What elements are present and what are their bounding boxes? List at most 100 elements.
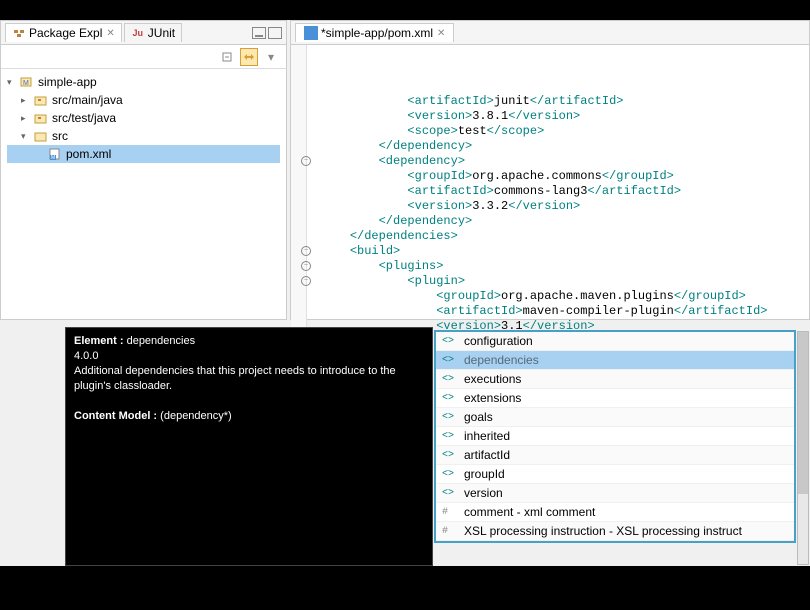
autocomplete-item[interactable]: # comment - xml comment [436, 503, 794, 522]
minimize-icon[interactable] [252, 27, 266, 39]
editor-line[interactable]: <groupId>org.apache.maven.plugins</group… [321, 289, 809, 304]
autocomplete-item[interactable]: <>extensions [436, 389, 794, 408]
editor-line[interactable]: </dependencies> [321, 229, 809, 244]
hash-icon: # [442, 507, 458, 518]
autocomplete-label: inherited [464, 429, 510, 443]
autocomplete-item[interactable]: <> groupId [436, 465, 794, 484]
autocomplete-item[interactable]: <> executions [436, 370, 794, 389]
editor-line[interactable]: <artifactId>junit</artifactId> [321, 94, 809, 109]
xml-tag-icon: <> [442, 469, 458, 480]
tab-junit[interactable]: Ju JUnit [124, 23, 182, 42]
tree-label: src/test/java [52, 111, 116, 125]
tree-label: simple-app [38, 75, 97, 89]
tree-node-pom-xml[interactable]: M pom.xml [7, 145, 280, 163]
expand-icon[interactable]: ▸ [21, 95, 31, 105]
junit-icon: Ju [131, 26, 145, 40]
documentation-tooltip: Element : dependencies 4.0.0 Additional … [65, 327, 433, 566]
maximize-icon[interactable] [268, 27, 282, 39]
autocomplete-item[interactable]: <> artifactId [436, 446, 794, 465]
maven-project-icon: M [19, 75, 35, 89]
tab-label: Package Expl [29, 26, 102, 40]
editor-line[interactable]: <version>3.8.1</version> [321, 109, 809, 124]
autocomplete-label: comment - xml comment [464, 505, 595, 519]
expand-icon[interactable]: ▾ [21, 131, 31, 141]
autocomplete-label: extensions [464, 391, 521, 405]
xml-tag-icon: <> [442, 374, 458, 385]
package-folder-icon [33, 93, 49, 107]
ide-window: Package Expl ✕ Ju JUnit ▾ ▾ [0, 20, 810, 566]
tree-node-src-main[interactable]: ▸ src/main/java [7, 91, 280, 109]
autocomplete-label: executions [464, 372, 521, 386]
scrollbar-thumb[interactable] [798, 332, 808, 494]
autocomplete-label: groupId [464, 467, 505, 481]
editor-line[interactable]: − <plugin> [321, 274, 809, 289]
autocomplete-label: artifactId [464, 448, 510, 462]
fold-icon[interactable]: − [301, 276, 311, 286]
fold-icon[interactable]: − [301, 261, 311, 271]
expand-icon[interactable]: ▾ [7, 77, 17, 87]
editor-line[interactable]: <artifactId>commons-lang3</artifactId> [321, 184, 809, 199]
link-editor-icon[interactable] [240, 48, 258, 66]
editor-line[interactable]: </dependency> [321, 139, 809, 154]
editor-tab-pom[interactable]: *simple-app/pom.xml ✕ [295, 23, 454, 42]
autocomplete-item[interactable]: <>version [436, 484, 794, 503]
autocomplete-label: XSL processing instruction - XSL process… [464, 524, 742, 538]
editor-line[interactable]: <version>3.3.2</version> [321, 199, 809, 214]
package-explorer-icon [12, 26, 26, 40]
xml-tag-icon: <> [442, 450, 458, 461]
autocomplete-item[interactable]: <>goals [436, 408, 794, 427]
autocomplete-list[interactable]: <> configuration <> dependencies <> execution… [436, 332, 794, 541]
tooltip-description: Additional dependencies that this projec… [74, 364, 414, 394]
autocomplete-popup: <> configuration <> dependencies <> execution… [434, 330, 796, 543]
editor-panel: *simple-app/pom.xml ✕ <artifactId>junit<… [290, 20, 810, 320]
xml-file-icon [304, 26, 318, 40]
tree-node-project[interactable]: ▾ M simple-app [7, 73, 280, 91]
autocomplete-label: dependencies [464, 353, 539, 367]
explorer-toolbar: ▾ [1, 45, 286, 69]
fold-icon[interactable]: − [301, 246, 311, 256]
xml-tag-icon: <> [442, 355, 458, 366]
tab-close-icon[interactable]: ✕ [437, 28, 445, 39]
package-folder-icon [33, 111, 49, 125]
xml-tag-icon: <> [442, 412, 458, 423]
editor-line[interactable]: − <dependency> [321, 154, 809, 169]
tooltip-element-line: Element : dependencies [74, 334, 424, 349]
collapse-all-icon[interactable] [218, 48, 236, 66]
fold-icon[interactable]: − [301, 156, 311, 166]
package-explorer-panel: Package Expl ✕ Ju JUnit ▾ ▾ [0, 20, 287, 320]
expand-icon[interactable]: ▸ [21, 113, 31, 123]
hash-icon: # [442, 526, 458, 537]
tree-label: pom.xml [66, 147, 111, 161]
tree-label: src [52, 129, 68, 143]
xml-file-icon: M [47, 147, 63, 161]
tree-label: src/main/java [52, 93, 123, 107]
editor-line[interactable]: </dependency> [321, 214, 809, 229]
editor-line[interactable]: <groupId>org.apache.commons</groupId> [321, 169, 809, 184]
tree-node-src[interactable]: ▾ src [7, 127, 280, 145]
editor-line[interactable]: <artifactId>maven-compiler-plugin</artif… [321, 304, 809, 319]
editor-line[interactable]: − <build> [321, 244, 809, 259]
tab-close-icon[interactable]: ✕ [106, 28, 114, 39]
tree-node-src-test[interactable]: ▸ src/test/java [7, 109, 280, 127]
editor-tab-label: *simple-app/pom.xml [321, 26, 433, 40]
editor-line[interactable]: <scope>test</scope> [321, 124, 809, 139]
folder-icon [33, 129, 49, 143]
autocomplete-label: configuration [464, 334, 533, 348]
autocomplete-item[interactable]: <> dependencies [436, 351, 794, 370]
editor-line[interactable]: − <plugins> [321, 259, 809, 274]
view-menu-icon[interactable]: ▾ [262, 48, 280, 66]
tab-package-explorer[interactable]: Package Expl ✕ [5, 23, 122, 42]
panel-controls [252, 27, 282, 39]
autocomplete-item[interactable]: # XSL processing instruction - XSL proces… [436, 522, 794, 541]
expand-spacer [35, 149, 45, 159]
view-tabs: Package Expl ✕ Ju JUnit [1, 21, 286, 45]
xml-tag-icon: <> [442, 336, 458, 347]
tooltip-version: 4.0.0 [74, 349, 424, 364]
autocomplete-scrollbar[interactable] [797, 331, 809, 565]
xml-tag-icon: <> [442, 488, 458, 499]
autocomplete-item[interactable]: <>inherited [436, 427, 794, 446]
svg-text:M: M [23, 80, 29, 87]
tooltip-model-line: Content Model : (dependency*) [74, 409, 424, 424]
autocomplete-item[interactable]: <> configuration [436, 332, 794, 351]
svg-text:M: M [51, 155, 55, 160]
